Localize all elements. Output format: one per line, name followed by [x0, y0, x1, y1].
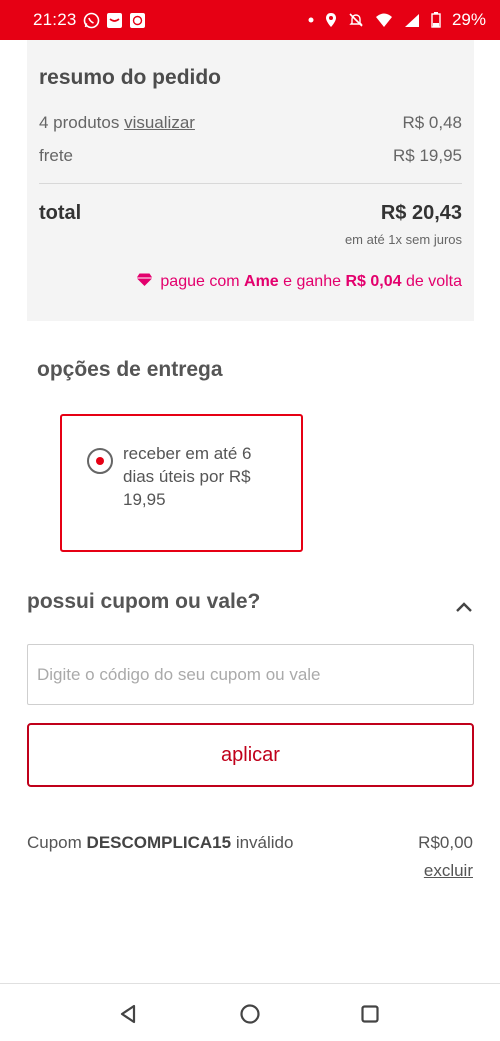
delivery-options-title: opções de entrega	[37, 358, 223, 381]
coupon-section-title[interactable]: possui cupom ou vale?	[27, 590, 260, 614]
remove-coupon-link[interactable]: excluir	[424, 861, 473, 881]
email-icon	[106, 12, 123, 29]
products-value: R$ 0,48	[402, 113, 462, 132]
ame-suffix: de volta	[405, 273, 462, 290]
shipping-row: frete R$ 19,95	[39, 146, 462, 166]
navigation-bar	[0, 983, 500, 1041]
home-icon[interactable]	[238, 1002, 262, 1026]
coupon-code: DESCOMPLICA15	[86, 833, 232, 852]
ame-cashback-text: pague com Ame e ganhe R$ 0,04 de volta	[160, 273, 462, 291]
app-icon	[129, 12, 146, 29]
ame-middle: e ganhe	[283, 273, 341, 290]
ame-brand: Ame	[244, 273, 279, 290]
view-products-link[interactable]: visualizar	[124, 113, 195, 132]
delivery-option-card[interactable]: receber em até 6 dias úteis por R$ 19,95	[60, 414, 303, 552]
summary-divider	[39, 183, 462, 184]
coupon-status-prefix: Cupom	[27, 833, 82, 852]
dot-icon	[308, 17, 314, 23]
coupon-status-suffix: inválido	[235, 833, 294, 852]
shipping-label: frete	[39, 146, 74, 165]
total-row: total R$ 20,43	[39, 202, 462, 225]
mute-icon	[348, 12, 364, 28]
products-row: 4 produtos visualizar R$ 0,48	[39, 113, 462, 133]
apply-coupon-button[interactable]: aplicar	[27, 723, 474, 787]
coupon-code-input[interactable]	[27, 644, 474, 705]
battery-percent: 29%	[451, 10, 486, 29]
total-value: R$ 20,43	[380, 202, 462, 224]
coupon-value: R$0,00	[418, 833, 473, 852]
signal-icon	[404, 13, 420, 28]
summary-title: resumo do pedido	[39, 66, 222, 89]
battery-icon	[431, 12, 441, 28]
products-label: 4 produtos	[39, 113, 120, 132]
total-label: total	[39, 202, 82, 224]
delivery-option-radio[interactable]	[87, 448, 113, 474]
order-summary-card: resumo do pedido 4 produtos visualizar R…	[27, 40, 474, 321]
ame-amount: R$ 0,04	[345, 273, 402, 290]
products-label-group: 4 produtos visualizar	[39, 113, 195, 133]
delivery-option-text: receber em até 6 dias úteis por R$ 19,95	[123, 444, 252, 509]
ame-heart-icon	[135, 272, 154, 292]
back-icon[interactable]	[117, 1002, 141, 1026]
recent-apps-icon[interactable]	[358, 1002, 382, 1026]
installments-text: em até 1x sem juros	[344, 232, 462, 247]
chevron-up-icon[interactable]	[455, 600, 473, 612]
ame-prefix: pague com	[160, 273, 240, 290]
wifi-icon	[375, 13, 393, 28]
status-time: 21:23	[33, 10, 77, 29]
ame-cashback-banner: pague com Ame e ganhe R$ 0,04 de volta	[135, 272, 462, 292]
whatsapp-icon	[83, 12, 100, 29]
status-bar: 21:23 29%	[0, 0, 500, 40]
shipping-value: R$ 19,95	[393, 146, 462, 165]
location-icon	[325, 12, 337, 28]
coupon-status-text: Cupom DESCOMPLICA15 inválido	[27, 833, 293, 853]
